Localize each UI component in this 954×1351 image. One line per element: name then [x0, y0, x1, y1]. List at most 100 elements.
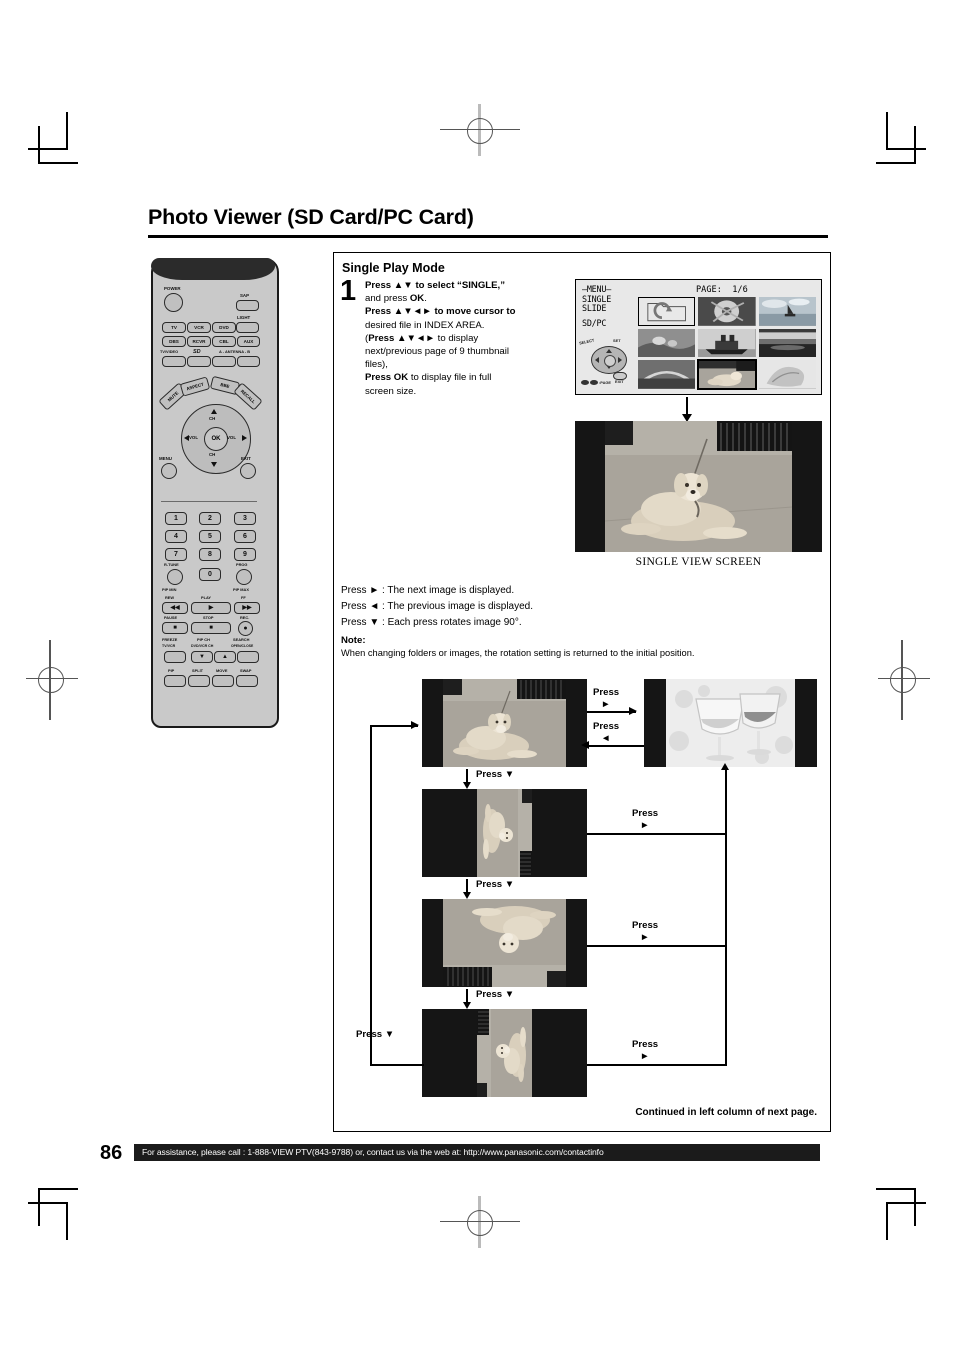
flow-arrow-1-to-2 [587, 707, 637, 715]
osd-menu-labels: –MENU– SINGLE SLIDE SD/PC [582, 284, 638, 328]
rec-label: REC. [240, 615, 250, 620]
thumbnail-leaf[interactable] [758, 360, 816, 389]
remote-control-illustration: POWER SAP LIGHT TV VCR DVD DBS RCVR CBL … [151, 258, 279, 728]
thumbnail-bridge[interactable] [638, 360, 696, 389]
pause-button[interactable]: ■ [162, 622, 188, 634]
number-3-button[interactable]: 3 [234, 512, 256, 525]
flow-label-press-right-2: Press ► [632, 808, 658, 831]
single-view-screen [575, 421, 822, 552]
flow-line-2-to-1 [587, 745, 644, 747]
prog-button[interactable] [236, 569, 252, 585]
power-label: POWER [164, 286, 181, 291]
ch-down-label: CH [209, 452, 216, 457]
freeze-button[interactable] [164, 651, 186, 663]
light-label: LIGHT [237, 315, 251, 320]
tv-vcr-label: TV/VCR [162, 644, 176, 648]
thumbnail-birds[interactable] [638, 328, 696, 358]
menu-button[interactable] [161, 463, 177, 479]
sap-button[interactable] [236, 300, 259, 311]
thumbnail-folder-up[interactable] [638, 297, 696, 326]
flow-screen-wine-glasses [644, 679, 817, 767]
prog-label: PROG [236, 562, 248, 567]
number-2-button[interactable]: 2 [199, 512, 221, 525]
aux-button[interactable]: AUX [237, 336, 260, 347]
thumbnail-flower[interactable] [698, 297, 756, 326]
ch-up-arrow-icon[interactable] [211, 409, 217, 414]
r-tune-button[interactable] [167, 569, 183, 585]
thumbnail-sailboat[interactable] [758, 297, 816, 326]
osd-page-label: PAGE: [696, 285, 722, 295]
osd-nav-pad-diagram: SELECT SET EXIT :PAGE [579, 336, 637, 388]
sd-button[interactable] [187, 356, 211, 367]
flow-label-press-down-2: Press ▼ [476, 879, 515, 890]
press-instruction-list: Press ► : The next image is displayed. P… [341, 583, 533, 631]
thumbnail-ship[interactable] [698, 328, 756, 358]
antenna-a-button[interactable] [212, 356, 236, 367]
play-button[interactable]: ▶ [191, 602, 231, 614]
number-8-button[interactable]: 8 [199, 548, 221, 561]
thumbnail-dog-selected[interactable] [697, 359, 757, 390]
folder-up-icon [647, 302, 686, 322]
birds-photo-icon [638, 328, 696, 358]
number-0-button[interactable]: 0 [199, 568, 221, 581]
flow-line-3-right [587, 833, 726, 835]
flow-line-left-return-bottom [370, 1064, 424, 1066]
number-6-button[interactable]: 6 [234, 530, 256, 543]
pip-button[interactable] [164, 675, 186, 687]
swap-button[interactable] [236, 675, 258, 687]
number-9-button[interactable]: 9 [234, 548, 256, 561]
ok-button[interactable]: OK [204, 427, 228, 451]
vol-right-arrow-icon[interactable] [242, 435, 247, 441]
step-line-8: Press OK to display file in full [365, 372, 492, 384]
leaf-photo-icon [758, 360, 816, 389]
aspect-button[interactable]: ASPECT [179, 376, 211, 397]
number-5-button[interactable]: 5 [199, 530, 221, 543]
thumbnail-sunset-sea[interactable] [758, 328, 816, 358]
flow-label-press-right-4: Press ► [632, 1039, 658, 1062]
continued-note: Continued in left column of next page. [635, 1107, 817, 1118]
antenna-b-button[interactable] [237, 356, 260, 367]
rec-button[interactable]: ● [238, 621, 253, 636]
tv-button[interactable]: TV [162, 322, 186, 333]
number-7-button[interactable]: 7 [165, 548, 187, 561]
pip-ch-up-button[interactable]: ▲ [214, 651, 236, 663]
split-button[interactable] [188, 675, 210, 687]
vol-left-arrow-icon[interactable] [184, 435, 189, 441]
step-line-5: (Press ▲▼◄► to display [365, 332, 479, 344]
flow-line-4-right [587, 945, 726, 947]
step-line-6: next/previous page of 9 thumbnail [365, 346, 509, 358]
pip-max-label: PIP MAX [233, 587, 249, 592]
rcvr-button[interactable]: RCVR [187, 336, 211, 347]
sap-label: SAP [240, 293, 250, 298]
bridge-photo-icon [638, 360, 696, 389]
pip-ch-down-button[interactable]: ▼ [191, 651, 213, 663]
ff-button[interactable]: ▶▶ [234, 602, 260, 614]
dvd-button[interactable]: DVD [212, 322, 236, 333]
number-1-button[interactable]: 1 [165, 512, 187, 525]
flow-label-press-right-1: Press ► [593, 687, 619, 710]
osd-mode-slide[interactable]: SLIDE [582, 304, 638, 314]
rew-button[interactable]: ◀◀ [162, 602, 188, 614]
ch-down-arrow-icon[interactable] [211, 462, 217, 467]
footer-assistance-bar: For assistance, please call : 1-888-VIEW… [134, 1144, 820, 1161]
cbl-button[interactable]: CBL [212, 336, 236, 347]
power-button[interactable] [164, 293, 183, 312]
move-button[interactable] [212, 675, 234, 687]
search-button[interactable] [237, 651, 259, 663]
light-button[interactable] [236, 322, 259, 333]
dbs-button[interactable]: DBS [162, 336, 186, 347]
rotation-flow-diagram: Press ► Press ◄ Press ▼ Press ▼ Press ▼ … [334, 677, 830, 1107]
page-title: Photo Viewer (SD Card/PC Card) [148, 205, 474, 229]
exit-button[interactable] [240, 463, 256, 479]
dog-rotation-0-photo [422, 679, 587, 767]
sd-logo: SD [193, 349, 201, 355]
flow-screen-dog-180 [422, 899, 587, 987]
osd-thumbnail-grid [638, 297, 816, 390]
number-4-button[interactable]: 4 [165, 530, 187, 543]
vcr-button[interactable]: VCR [187, 322, 211, 333]
tv-video-button[interactable] [162, 356, 186, 367]
stop-button[interactable]: ■ [191, 622, 231, 634]
step-instructions: Press ▲▼ to select “SINGLE,” and and pre… [365, 279, 563, 398]
osd-pad-right-icon [618, 357, 622, 363]
flow-line-5-right [587, 1064, 726, 1066]
